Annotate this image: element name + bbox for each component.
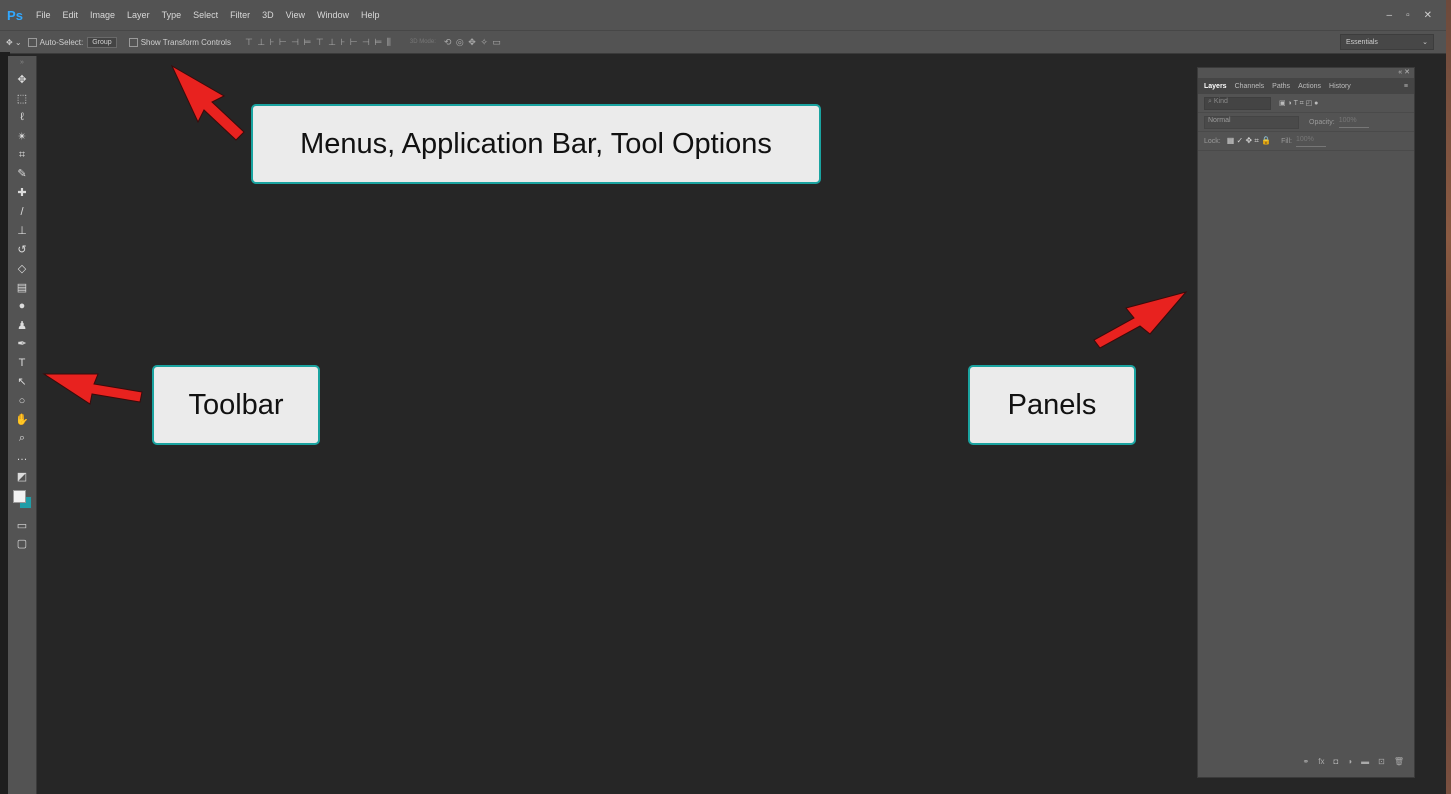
layer-filter-row: ⌕ Kind ▣ ◑ T ⌗ ◰ ● (1198, 94, 1414, 113)
window-controls: – ▫ ✕ (1387, 10, 1447, 21)
gradient-tool-icon[interactable]: ▤ (8, 278, 36, 297)
magic-wand-tool-icon[interactable]: ✴ (8, 127, 36, 146)
auto-select-checkbox[interactable] (27, 37, 37, 47)
close-icon[interactable]: ✕ (1424, 10, 1432, 21)
dodge-tool-icon[interactable]: ♟ (8, 316, 36, 335)
layers-panel: « ✕ Layers Channels Paths Actions Histor… (1197, 67, 1415, 778)
show-transform-option[interactable]: Show Transform Controls (128, 37, 231, 47)
layer-filter-icons[interactable]: ▣ ◑ T ⌗ ◰ ● (1279, 99, 1318, 108)
menu-file[interactable]: File (30, 10, 57, 20)
toolbar-grip-icon[interactable]: » (8, 56, 36, 70)
marquee-tool-icon[interactable]: ⬚ (8, 89, 36, 108)
clone-stamp-tool-icon[interactable]: ⊥ (8, 221, 36, 240)
blend-opacity-row: Normal Opacity: 100% (1198, 113, 1414, 132)
menus-arrow (170, 64, 245, 141)
link-layers-icon[interactable]: ⚭ (1303, 757, 1310, 766)
tab-layers[interactable]: Layers (1204, 83, 1227, 90)
blend-mode-dropdown[interactable]: Normal (1204, 115, 1299, 129)
zoom-tool-icon[interactable]: ⌕ (8, 429, 36, 448)
show-transform-checkbox[interactable] (128, 37, 138, 47)
panel-tabs: Layers Channels Paths Actions History ≡ (1198, 78, 1414, 94)
lock-fill-row: Lock: ▦ ✓ ✥ ⌗ 🔒 Fill: 100% (1198, 132, 1414, 151)
layer-style-icon[interactable]: fx (1318, 757, 1324, 766)
eyedropper-tool-icon[interactable]: ✎ (8, 164, 36, 183)
tab-channels[interactable]: Channels (1235, 83, 1265, 90)
healing-brush-tool-icon[interactable]: ✚ (8, 183, 36, 202)
blur-tool-icon[interactable]: ● (8, 297, 36, 316)
toolbar-arrow (42, 373, 143, 405)
auto-select-option[interactable]: Auto-Select: (27, 37, 84, 47)
toolbar-callout: Toolbar (152, 365, 320, 445)
kind-filter-dropdown[interactable]: ⌕ Kind (1204, 96, 1271, 110)
menu-3d[interactable]: 3D (256, 10, 280, 20)
workspace-label: Essentials (1346, 38, 1378, 46)
delete-layer-icon[interactable]: 🗑 (1394, 757, 1404, 766)
add-mask-icon[interactable]: ◘ (1333, 757, 1338, 766)
color-swatches (8, 486, 36, 516)
toolbar: » ✥ ⬚ ℓ ✴ ⌗ ✎ ✚ / ⊥ ↺ ◇ ▤ ● ♟ ✒ T ↖ ○ ✋ ⌕… ◩ ▭ ▢ (8, 56, 37, 794)
menu-items: File Edit Image Layer Type Select Filter… (30, 10, 386, 20)
auto-select-dropdown[interactable]: Group (87, 36, 117, 48)
show-transform-label: Show Transform Controls (140, 37, 231, 47)
default-colors-icon[interactable]: ◩ (8, 467, 36, 486)
minimize-icon[interactable]: – (1387, 10, 1393, 21)
panels-arrow (1093, 291, 1188, 349)
foreground-color-swatch[interactable] (13, 489, 26, 503)
panel-menu-icon[interactable]: ≡ (1404, 83, 1408, 90)
tab-paths[interactable]: Paths (1272, 83, 1290, 90)
menu-select[interactable]: Select (187, 10, 224, 20)
tab-actions[interactable]: Actions (1298, 83, 1321, 90)
menu-help[interactable]: Help (355, 10, 386, 20)
ellipse-tool-icon[interactable]: ○ (8, 391, 36, 410)
panel-collapse-close-icons[interactable]: « ✕ (1198, 68, 1414, 78)
history-brush-tool-icon[interactable]: ↺ (8, 240, 36, 259)
opacity-field[interactable]: 100% (1338, 117, 1369, 128)
photoshop-logo: Ps (7, 7, 23, 23)
tool-options-bar: ✥ ⌄ Auto-Select: Group Show Transform Co… (0, 30, 1446, 54)
fill-field[interactable]: 100% (1295, 136, 1326, 147)
more-tools-icon[interactable]: … (8, 448, 36, 467)
hand-tool-icon[interactable]: ✋ (8, 410, 36, 429)
lock-icons[interactable]: ▦ ✓ ✥ ⌗ 🔒 (1227, 136, 1271, 146)
auto-select-label: Auto-Select: (39, 37, 84, 47)
desktop-edge (1446, 0, 1451, 794)
panel-footer: ⚭ fx ◘ ◑ ▬ ⊡ 🗑 (1198, 753, 1414, 769)
path-selection-tool-icon[interactable]: ↖ (8, 372, 36, 391)
align-distribute-icons[interactable]: ⊤ ⊥ ⊦ ⊢ ⊣ ⊨ ⊤ ⊥ ⊦ ⊢ ⊣ ⊨ ⫼ (245, 37, 392, 48)
menu-bar: Ps File Edit Image Layer Type Select Fil… (0, 0, 1446, 30)
screen-mode-icon[interactable]: ▢ (8, 534, 36, 553)
menu-filter[interactable]: Filter (224, 10, 256, 20)
menu-image[interactable]: Image (84, 10, 121, 20)
lock-label: Lock: (1204, 137, 1221, 145)
eraser-tool-icon[interactable]: ◇ (8, 259, 36, 278)
tool-list: ✥ ⬚ ℓ ✴ ⌗ ✎ ✚ / ⊥ ↺ ◇ ▤ ● ♟ ✒ T ↖ ○ ✋ ⌕… ◩ (8, 70, 36, 486)
brush-tool-icon[interactable]: / (8, 202, 36, 221)
mode-3d-label: 3D Mode: (409, 39, 436, 45)
panels-callout: Panels (968, 365, 1136, 445)
adjustment-layer-icon[interactable]: ◑ (1347, 757, 1352, 766)
fill-label: Fill: (1281, 137, 1292, 145)
menu-window[interactable]: Window (311, 10, 355, 20)
crop-tool-icon[interactable]: ⌗ (8, 146, 36, 165)
menus-callout: Menus, Application Bar, Tool Options (251, 104, 821, 184)
mode-3d-icons[interactable]: ⟲ ◎ ✥ ✧ ▭ (444, 37, 502, 48)
chevron-down-icon: ⌄ (1422, 39, 1428, 46)
menu-edit[interactable]: Edit (57, 10, 85, 20)
opacity-label: Opacity: (1309, 118, 1335, 126)
move-tool-preset-icon[interactable]: ✥ ⌄ (6, 38, 22, 47)
workspace-switcher[interactable]: Essentials ⌄ (1340, 34, 1434, 50)
lasso-tool-icon[interactable]: ℓ (8, 108, 36, 127)
new-group-icon[interactable]: ▬ (1361, 757, 1369, 766)
pen-tool-icon[interactable]: ✒ (8, 334, 36, 353)
menu-view[interactable]: View (280, 10, 311, 20)
menu-type[interactable]: Type (156, 10, 188, 20)
type-tool-icon[interactable]: T (8, 353, 36, 372)
restore-icon[interactable]: ▫ (1406, 10, 1410, 21)
quick-mask-icon[interactable]: ▭ (8, 516, 36, 535)
menu-layer[interactable]: Layer (121, 10, 156, 20)
new-layer-icon[interactable]: ⊡ (1378, 757, 1385, 766)
move-tool-icon[interactable]: ✥ (8, 70, 36, 89)
tab-history[interactable]: History (1329, 83, 1351, 90)
